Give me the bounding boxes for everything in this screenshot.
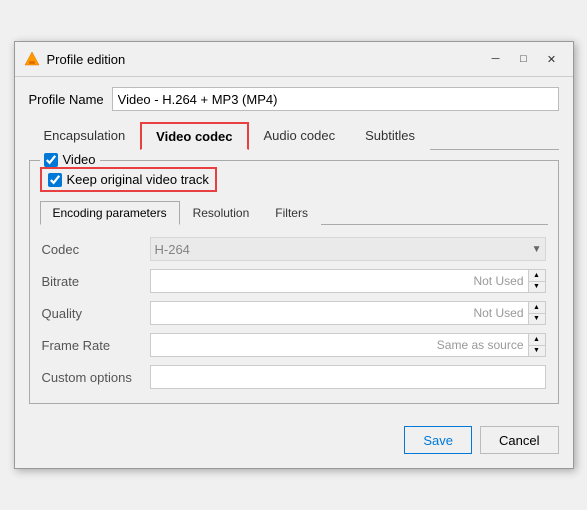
video-legend-text: Video [63, 152, 96, 167]
video-group-legend: Video [40, 152, 100, 167]
codec-row: Codec H-264 ▼ [40, 233, 548, 265]
tab-encapsulation[interactable]: Encapsulation [29, 122, 141, 150]
inner-tabs: Encoding parameters Resolution Filters [40, 200, 548, 225]
bitrate-up[interactable]: ▲ [529, 270, 545, 282]
tab-resolution[interactable]: Resolution [180, 201, 263, 225]
bitrate-value: Not Used [151, 274, 528, 288]
keep-original-row: Keep original video track [40, 167, 217, 192]
framerate-down[interactable]: ▼ [529, 346, 545, 357]
custom-options-label: Custom options [42, 370, 142, 385]
quality-row: Quality Not Used ▲ ▼ [40, 297, 548, 329]
title-bar-controls: ─ □ ✕ [483, 48, 565, 70]
codec-label: Codec [42, 242, 142, 257]
profile-name-input[interactable] [112, 87, 559, 111]
framerate-up[interactable]: ▲ [529, 334, 545, 346]
save-button[interactable]: Save [404, 426, 472, 454]
main-tabs: Encapsulation Video codec Audio codec Su… [29, 121, 559, 150]
title-bar-left: Profile edition [23, 50, 126, 68]
minimize-button[interactable]: ─ [483, 48, 509, 70]
video-group-box: Video Keep original video track Encoding… [29, 160, 559, 404]
bitrate-arrows: ▲ ▼ [528, 270, 545, 292]
codec-select[interactable]: H-264 [150, 237, 546, 261]
tab-subtitles[interactable]: Subtitles [350, 122, 430, 150]
title-bar: Profile edition ─ □ ✕ [15, 42, 573, 77]
cancel-button[interactable]: Cancel [480, 426, 558, 454]
video-checkbox[interactable] [44, 153, 58, 167]
video-checkbox-label[interactable]: Video [44, 152, 96, 167]
keep-original-label: Keep original video track [67, 172, 209, 187]
framerate-value: Same as source [151, 338, 528, 352]
profile-name-row: Profile Name [29, 87, 559, 111]
tab-encoding-params[interactable]: Encoding parameters [40, 201, 180, 225]
vlc-icon [23, 50, 41, 68]
quality-down[interactable]: ▼ [529, 314, 545, 325]
framerate-label: Frame Rate [42, 338, 142, 353]
maximize-button[interactable]: □ [511, 48, 537, 70]
custom-options-row: Custom options [40, 361, 548, 393]
quality-up[interactable]: ▲ [529, 302, 545, 314]
custom-options-input[interactable] [150, 365, 546, 389]
window-title: Profile edition [47, 52, 126, 67]
profile-edition-window: Profile edition ─ □ ✕ Profile Name Encap… [14, 41, 574, 469]
codec-select-wrapper: H-264 ▼ [150, 237, 546, 261]
quality-spinbox: Not Used ▲ ▼ [150, 301, 546, 325]
quality-label: Quality [42, 306, 142, 321]
window-body: Profile Name Encapsulation Video codec A… [15, 77, 573, 468]
footer: Save Cancel [29, 412, 559, 454]
quality-arrows: ▲ ▼ [528, 302, 545, 324]
bitrate-down[interactable]: ▼ [529, 282, 545, 293]
bitrate-label: Bitrate [42, 274, 142, 289]
tab-filters[interactable]: Filters [262, 201, 321, 225]
framerate-row: Frame Rate Same as source ▲ ▼ [40, 329, 548, 361]
bitrate-row: Bitrate Not Used ▲ ▼ [40, 265, 548, 297]
bitrate-spinbox: Not Used ▲ ▼ [150, 269, 546, 293]
quality-value: Not Used [151, 306, 528, 320]
close-button[interactable]: ✕ [539, 48, 565, 70]
profile-name-label: Profile Name [29, 92, 104, 107]
tab-audio-codec[interactable]: Audio codec [249, 122, 351, 150]
framerate-spinbox: Same as source ▲ ▼ [150, 333, 546, 357]
encoding-form: Codec H-264 ▼ Bitrate Not Used ▲ [40, 233, 548, 393]
keep-original-checkbox[interactable] [48, 173, 62, 187]
tab-video-codec[interactable]: Video codec [140, 122, 248, 150]
framerate-arrows: ▲ ▼ [528, 334, 545, 356]
